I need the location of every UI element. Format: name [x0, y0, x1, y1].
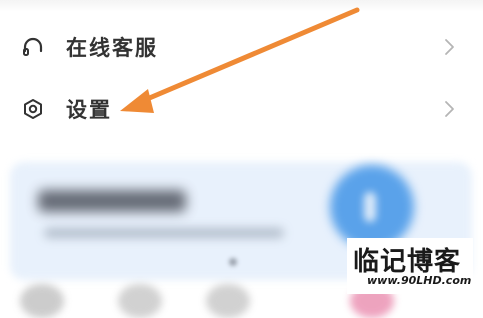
menu-item-label: 设置 — [66, 98, 112, 122]
menu-item-label: 在线客服 — [66, 36, 158, 60]
bottom-shortcut-blur — [20, 284, 64, 318]
promo-card-subtitle-blur — [44, 228, 284, 238]
settings-gear-icon — [22, 98, 44, 120]
chevron-right-icon — [445, 101, 454, 117]
watermark-url: www.90LHD.com — [367, 274, 472, 287]
carousel-dot — [229, 258, 237, 266]
bottom-shortcut-blur — [118, 284, 162, 318]
promo-card-button-blur — [330, 165, 414, 249]
bottom-shortcut-blur — [206, 284, 250, 318]
watermark-title: 临记博客 — [353, 247, 462, 277]
watermark: 临记博客 www.90LHD.com — [347, 238, 473, 294]
menu-item-online-service[interactable]: 在线客服 — [0, 19, 483, 75]
promo-card-button-glyph-blur — [364, 192, 376, 222]
top-edge-fade — [0, 0, 483, 12]
headset-icon — [22, 36, 44, 58]
promo-card-title-blur — [38, 190, 186, 212]
chevron-right-icon — [445, 39, 454, 55]
menu-item-settings[interactable]: 设置 — [0, 81, 483, 137]
